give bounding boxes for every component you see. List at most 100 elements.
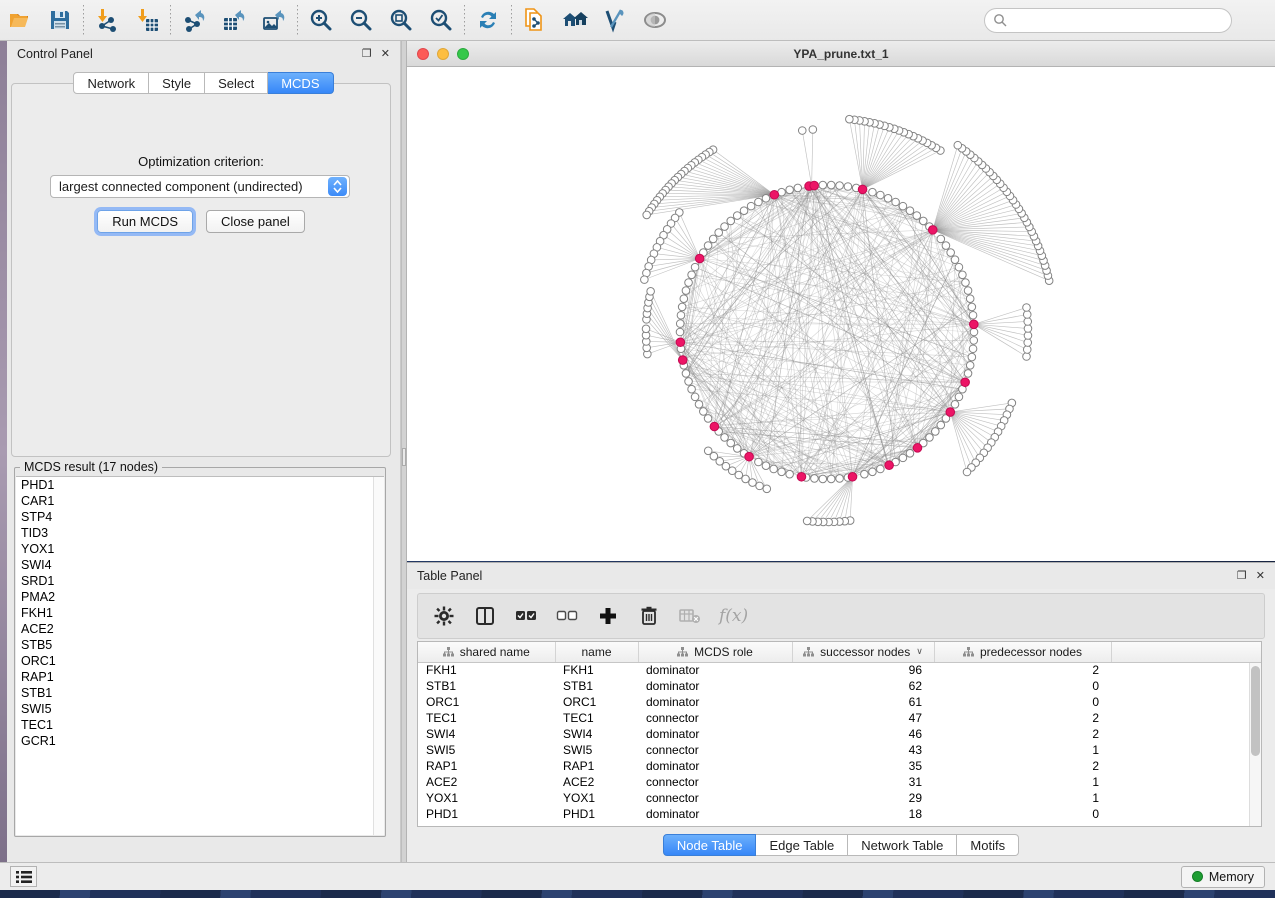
graph-node[interactable] xyxy=(762,194,770,202)
graph-node[interactable] xyxy=(715,229,723,237)
mcds-list-scrollbar[interactable] xyxy=(373,477,384,835)
graph-node[interactable] xyxy=(770,465,778,473)
graph-node[interactable] xyxy=(819,181,827,189)
close-panel-button[interactable]: Close panel xyxy=(206,210,305,233)
select-all-checkboxes-icon[interactable] xyxy=(514,604,538,628)
mcds-result-item[interactable]: STB5 xyxy=(16,637,384,653)
graph-mcds-hub-node[interactable] xyxy=(676,338,685,347)
graph-node[interactable] xyxy=(970,328,978,336)
maximize-window-icon[interactable] xyxy=(457,48,469,60)
mcds-result-item[interactable]: SWI4 xyxy=(16,557,384,573)
close-window-icon[interactable] xyxy=(417,48,429,60)
graph-node[interactable] xyxy=(869,468,877,476)
graph-leaf-node[interactable] xyxy=(756,482,764,490)
graph-leaf-node[interactable] xyxy=(647,287,655,295)
graph-mcds-hub-node[interactable] xyxy=(946,408,955,417)
graph-node[interactable] xyxy=(819,475,827,483)
column-header-predecessor-nodes[interactable]: predecessor nodes xyxy=(934,642,1111,662)
graph-mcds-hub-node[interactable] xyxy=(913,444,922,453)
search-field[interactable] xyxy=(984,8,1232,33)
mcds-result-item[interactable]: RAP1 xyxy=(16,669,384,685)
graph-leaf-node[interactable] xyxy=(1024,332,1032,340)
table-row[interactable]: RAP1RAP1dominator352 xyxy=(418,758,1261,774)
graph-node[interactable] xyxy=(695,400,703,408)
graph-node[interactable] xyxy=(877,191,885,199)
import-table-icon[interactable] xyxy=(127,2,167,38)
mcds-result-item[interactable]: ACE2 xyxy=(16,621,384,637)
tab-node-table[interactable]: Node Table xyxy=(663,834,757,856)
graph-node[interactable] xyxy=(677,311,685,319)
graph-node[interactable] xyxy=(688,271,696,279)
hide-annotations-icon[interactable] xyxy=(595,2,635,38)
mcds-result-item[interactable]: TID3 xyxy=(16,525,384,541)
graph-node[interactable] xyxy=(786,470,794,478)
graph-node[interactable] xyxy=(969,345,977,353)
graph-node[interactable] xyxy=(794,184,802,192)
graph-node[interactable] xyxy=(906,207,914,215)
graph-node[interactable] xyxy=(676,328,684,336)
graph-node[interactable] xyxy=(964,370,972,378)
mcds-result-item[interactable]: FKH1 xyxy=(16,605,384,621)
graph-mcds-hub-node[interactable] xyxy=(885,461,894,470)
table-row[interactable]: YOX1YOX1connector291 xyxy=(418,790,1261,806)
zoom-out-icon[interactable] xyxy=(341,2,381,38)
graph-node[interactable] xyxy=(678,303,686,311)
zoom-fit-icon[interactable] xyxy=(381,2,421,38)
graph-node[interactable] xyxy=(962,279,970,287)
graph-node[interactable] xyxy=(955,263,963,271)
deselect-all-checkboxes-icon[interactable] xyxy=(555,604,579,628)
graph-node[interactable] xyxy=(682,287,690,295)
close-panel-icon[interactable]: ✕ xyxy=(1256,571,1265,582)
graph-node[interactable] xyxy=(786,186,794,194)
column-header-name[interactable]: name xyxy=(555,642,638,662)
graph-node[interactable] xyxy=(691,263,699,271)
graph-node[interactable] xyxy=(913,212,921,220)
graph-leaf-node[interactable] xyxy=(763,485,771,493)
graph-mcds-hub-node[interactable] xyxy=(961,378,970,387)
graph-node[interactable] xyxy=(827,475,835,483)
graph-node[interactable] xyxy=(959,271,967,279)
graph-node[interactable] xyxy=(700,408,708,416)
tab-edge-table[interactable]: Edge Table xyxy=(756,834,848,856)
graph-mcds-hub-node[interactable] xyxy=(710,422,719,431)
graph-leaf-node[interactable] xyxy=(1024,318,1032,326)
show-task-history-button[interactable] xyxy=(10,866,37,887)
graph-leaf-node[interactable] xyxy=(803,517,811,525)
table-row[interactable]: SWI5SWI5connector431 xyxy=(418,742,1261,758)
graph-node[interactable] xyxy=(884,194,892,202)
tab-network-table[interactable]: Network Table xyxy=(848,834,957,856)
graph-node[interactable] xyxy=(755,458,763,466)
mcds-result-item[interactable]: GCR1 xyxy=(16,733,384,749)
tab-network[interactable]: Network xyxy=(73,72,149,94)
graph-node[interactable] xyxy=(937,235,945,243)
graph-mcds-hub-node[interactable] xyxy=(848,472,857,481)
graph-leaf-node[interactable] xyxy=(1024,325,1032,333)
graph-node[interactable] xyxy=(926,434,934,442)
graph-node[interactable] xyxy=(755,198,763,206)
graph-node[interactable] xyxy=(899,454,907,462)
split-handle[interactable] xyxy=(402,448,406,466)
graph-node[interactable] xyxy=(942,242,950,250)
table-row[interactable]: STB1STB1dominator620 xyxy=(418,678,1261,694)
zoom-selected-icon[interactable] xyxy=(421,2,461,38)
tab-motifs[interactable]: Motifs xyxy=(957,834,1019,856)
graph-leaf-node[interactable] xyxy=(1023,353,1031,361)
graph-leaf-node[interactable] xyxy=(643,211,651,219)
graph-leaf-node[interactable] xyxy=(1023,346,1031,354)
graph-mcds-hub-node[interactable] xyxy=(928,226,937,235)
refresh-icon[interactable] xyxy=(468,2,508,38)
graph-node[interactable] xyxy=(968,303,976,311)
graph-leaf-node[interactable] xyxy=(1024,339,1032,347)
close-panel-icon[interactable]: ✕ xyxy=(381,49,390,60)
export-network-icon[interactable] xyxy=(174,2,214,38)
add-column-icon[interactable] xyxy=(596,604,620,628)
graph-node[interactable] xyxy=(733,212,741,220)
float-panel-icon[interactable]: ❐ xyxy=(1237,571,1247,582)
graph-node[interactable] xyxy=(704,242,712,250)
settings-gear-icon[interactable] xyxy=(432,604,456,628)
graph-node[interactable] xyxy=(704,415,712,423)
column-split-icon[interactable] xyxy=(473,604,497,628)
graph-node[interactable] xyxy=(680,295,688,303)
graph-mcds-hub-node[interactable] xyxy=(695,254,704,263)
network-canvas[interactable] xyxy=(407,67,1275,561)
